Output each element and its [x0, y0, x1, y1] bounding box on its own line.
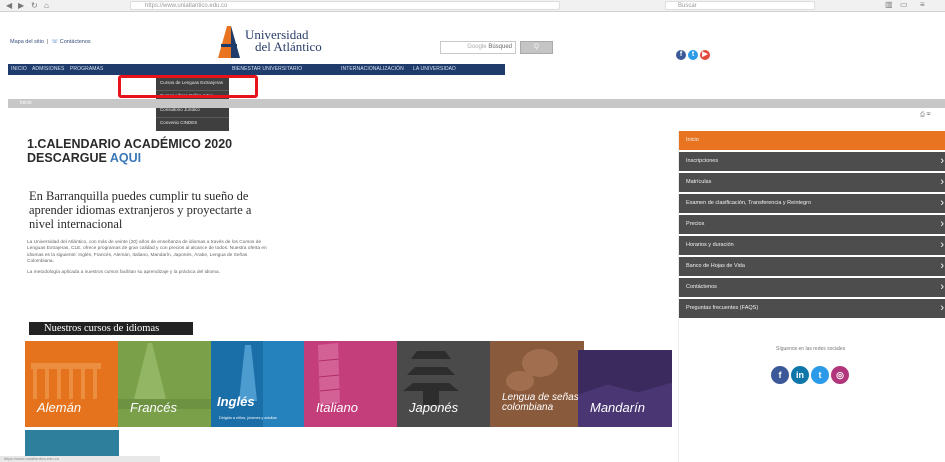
- chevron-right-icon: ›: [940, 260, 944, 272]
- twitter-icon[interactable]: t: [811, 366, 829, 384]
- chevron-right-icon: ›: [940, 176, 944, 188]
- university-name[interactable]: Universidad del Atlántico: [245, 28, 322, 54]
- logo-line-2: del Atlántico: [255, 39, 322, 54]
- browser-window: ◀ ▶ ↻ ⌂ https://www.uniatlantico.edu.co …: [0, 0, 945, 462]
- course-name: Lengua de señas colombiana: [502, 392, 579, 413]
- menu-icon[interactable]: ≡: [920, 0, 925, 9]
- sidebar-item-banco-hojas[interactable]: Banco de Hojas de Vida ›: [679, 257, 945, 276]
- reload-icon[interactable]: ↻: [31, 1, 38, 10]
- facebook-icon[interactable]: f: [771, 366, 789, 384]
- chevron-right-icon: ›: [940, 155, 944, 167]
- sidebar-item-inicio[interactable]: Inicio: [679, 131, 945, 150]
- sidebar-item-label: Inscripciones: [686, 158, 719, 164]
- search-placeholder: Búsqued: [488, 44, 512, 50]
- sidebar-item-precios[interactable]: Precios ›: [679, 215, 945, 234]
- divider: [156, 117, 229, 118]
- calendar-heading: 1.CALENDARIO ACADÉMICO 2020 DESCARGUE AQ…: [27, 137, 232, 165]
- phone-icon: ☏: [51, 39, 60, 45]
- course-tile-aleman[interactable]: Alemán: [25, 341, 119, 427]
- nav-item-internacionalizacion[interactable]: INTERNACIONALIZACIÓN: [341, 66, 404, 72]
- facebook-icon[interactable]: f: [676, 50, 686, 60]
- site-map-link[interactable]: Mapa del sitio: [10, 39, 44, 45]
- course-name: Japonés: [409, 400, 459, 415]
- search-button[interactable]: Q: [520, 41, 553, 54]
- sidebar-item-contactenos[interactable]: Contáctenos ›: [679, 278, 945, 297]
- linkedin-icon[interactable]: in: [791, 366, 809, 384]
- course-name: Mandarín: [590, 400, 645, 415]
- chevron-right-icon: ›: [940, 218, 944, 230]
- course-name: Francés: [130, 400, 177, 415]
- breadcrumb-home[interactable]: Inicio: [20, 100, 32, 106]
- course-name: Italiano: [316, 400, 358, 415]
- download-link[interactable]: AQUI: [110, 151, 141, 165]
- email-icon[interactable]: ✉: [926, 112, 930, 118]
- nav-item-inicio[interactable]: INICIO: [11, 66, 27, 72]
- hands-icon: [506, 349, 558, 391]
- course-tile-senas[interactable]: Lengua de señas colombiana: [490, 341, 584, 427]
- sidebar-item-faqs[interactable]: Preguntas frecuentes (FAQS) ›: [679, 299, 945, 318]
- nav-item-programas[interactable]: PROGRAMAS: [70, 66, 103, 72]
- chevron-right-icon: ›: [940, 302, 944, 314]
- sidebar-item-label: Banco de Hojas de Vida: [686, 263, 745, 269]
- status-bar: https://www.uniatlantico.edu.co: [0, 456, 160, 462]
- download-prefix: DESCARGUE: [27, 151, 110, 165]
- site-search-input[interactable]: Google Búsqued: [440, 41, 516, 54]
- calendar-title: 1.CALENDARIO ACADÉMICO 2020: [27, 137, 233, 151]
- course-tile-japones[interactable]: Japonés: [397, 341, 491, 427]
- sidebar-item-label: Horarios y duración: [686, 242, 734, 248]
- sidebar-item-label: Examen de clasificación, Transferencia y…: [686, 200, 812, 206]
- sidebar-item-label: Contáctenos: [686, 284, 717, 290]
- sidebar-item-examen[interactable]: Examen de clasificación, Transferencia y…: [679, 194, 945, 213]
- browser-search-field[interactable]: Buscar: [665, 1, 815, 10]
- sidebar-item-label: Matrículas: [686, 179, 712, 185]
- chevron-right-icon: ›: [940, 197, 944, 209]
- course-tile-frances[interactable]: Francés: [118, 341, 212, 427]
- sidebar-item-inscripciones[interactable]: Inscripciones ›: [679, 152, 945, 171]
- print-icon[interactable]: ⎙: [920, 112, 925, 118]
- course-tile-italiano[interactable]: Italiano: [304, 341, 398, 427]
- follow-us-text: Síguenos en las redes sociales: [776, 346, 846, 352]
- youtube-icon[interactable]: ▶: [700, 50, 710, 60]
- great-wall-icon: [578, 382, 672, 427]
- library-icon[interactable]: ▥: [885, 0, 893, 9]
- course-name: Inglés: [217, 394, 255, 409]
- back-icon[interactable]: ◀: [6, 1, 12, 10]
- highlight-box: [118, 75, 258, 98]
- instagram-icon[interactable]: ◎: [831, 366, 849, 384]
- address-bar[interactable]: https://www.uniatlantico.edu.co: [130, 1, 560, 10]
- twitter-icon[interactable]: t: [688, 50, 698, 60]
- google-label: Google: [467, 44, 487, 50]
- course-subtitle: Dirigido a niños, jóvenes y adultos: [219, 416, 277, 420]
- intro-paragraph: La Universidad del Atlántico, con más de…: [27, 240, 267, 265]
- nav-item-admisiones[interactable]: ADMISIONES: [32, 66, 64, 72]
- main-nav: INICIO ADMISIONES PROGRAMAS BIENESTAR UN…: [8, 64, 505, 75]
- sidebar-item-horarios[interactable]: Horarios y duración ›: [679, 236, 945, 255]
- chevron-right-icon: ›: [940, 281, 944, 293]
- courses-heading: Nuestros cursos de idiomas: [29, 322, 193, 335]
- statue-of-liberty-icon: [239, 341, 305, 427]
- nav-item-la-universidad[interactable]: LA UNIVERSIDAD: [413, 66, 456, 72]
- sidebar-item-label: Inicio: [686, 137, 699, 143]
- contact-link[interactable]: Contáctenos: [60, 39, 91, 45]
- sidebar: Inicio Inscripciones › Matrículas › Exam…: [678, 131, 945, 462]
- dropdown-item-cindes[interactable]: Convenio CINDES: [160, 120, 197, 125]
- top-links: Mapa del sitio | ☏ Contáctenos: [10, 39, 91, 45]
- method-paragraph: La metodología aplicada a nuestros curso…: [27, 270, 221, 275]
- course-tile-mandarin[interactable]: Mandarín: [578, 350, 672, 427]
- sidebar-icon[interactable]: ▭: [900, 0, 908, 9]
- course-tile-ingles[interactable]: Inglés Dirigido a niños, jóvenes y adult…: [211, 341, 305, 427]
- university-logo-icon[interactable]: [218, 24, 240, 58]
- sidebar-item-label: Preguntas frecuentes (FAQS): [686, 305, 759, 311]
- home-icon[interactable]: ⌂: [44, 1, 49, 10]
- nav-item-bienestar[interactable]: BIENESTAR UNIVERSITARIO: [232, 66, 302, 72]
- lead-text: En Barranquilla puedes cumplir tu sueño …: [29, 189, 252, 231]
- print-tools: ⎙ ✉: [920, 112, 931, 119]
- course-name: Alemán: [37, 400, 82, 415]
- breadcrumb: Inicio: [8, 99, 945, 108]
- chevron-right-icon: ›: [940, 239, 944, 251]
- forward-icon[interactable]: ▶: [18, 1, 24, 10]
- sidebar-item-matriculas[interactable]: Matrículas ›: [679, 173, 945, 192]
- browser-toolbar: ◀ ▶ ↻ ⌂ https://www.uniatlantico.edu.co …: [0, 0, 945, 12]
- sidebar-item-label: Precios: [686, 221, 705, 227]
